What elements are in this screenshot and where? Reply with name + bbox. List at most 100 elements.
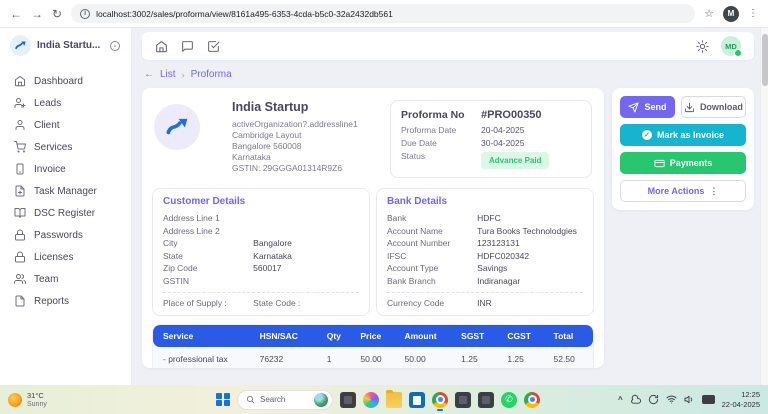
notepad-app-icon[interactable] — [455, 392, 471, 408]
detail-label: Account Number — [387, 237, 477, 250]
task-view-icon[interactable] — [340, 392, 356, 408]
sidebar-item-label: Invoice — [34, 164, 66, 175]
wifi-icon[interactable] — [666, 394, 677, 405]
sidebar-item-icon — [14, 163, 26, 175]
sidebar-item[interactable]: Licenses — [0, 246, 131, 268]
sidebar-item[interactable]: Client — [0, 114, 131, 136]
payments-button[interactable]: Payments — [620, 152, 746, 174]
sidebar-item-label: Dashboard — [34, 76, 83, 87]
url-text[interactable]: localhost:3002/sales/proforma/view/8161a… — [96, 9, 393, 19]
sidebar-item[interactable]: Leads — [0, 92, 131, 114]
bookmark-star-icon[interactable]: ☆ — [704, 7, 714, 20]
browser-menu-icon[interactable]: ⋮ — [748, 8, 758, 19]
address-bar[interactable]: i localhost:3002/sales/proforma/view/816… — [71, 4, 695, 23]
sidebar-collapse-icon[interactable] — [109, 40, 121, 52]
taskbar-search[interactable]: Search — [237, 390, 333, 410]
cell-total: 52.50 — [554, 354, 583, 368]
detail-label: Address Line 2 — [163, 225, 253, 238]
media-app-icon[interactable] — [478, 392, 494, 408]
brand-name: India Startu... — [37, 40, 103, 51]
bank-detail-row: Account Number 123123131 — [387, 237, 583, 250]
check-circle-icon: ✓ — [642, 130, 652, 140]
status-badge: Advance Paid — [481, 152, 549, 169]
back-arrow-icon[interactable]: ← — [144, 69, 154, 80]
mark-as-invoice-button[interactable]: ✓ Mark as Invoice — [620, 124, 746, 146]
sidebar-item[interactable]: Team — [0, 268, 131, 290]
cell-hsn: 76232 — [260, 354, 327, 368]
tray-app-icon[interactable] — [702, 395, 715, 404]
sync-icon[interactable] — [648, 394, 659, 405]
brand-logo-icon — [10, 35, 31, 56]
sidebar-item-label: Leads — [34, 98, 61, 109]
home-icon[interactable] — [155, 40, 168, 53]
taskbar-clock[interactable]: 12:25 22-04-2025 — [722, 390, 760, 409]
services-table-header: Service HSN/SAC Qty Price Amount SGST CG… — [153, 325, 593, 347]
company-name: India Startup — [232, 100, 358, 114]
sidebar-item[interactable]: Passwords — [0, 224, 131, 246]
detail-value: 123123131 — [477, 237, 520, 250]
sidebar-item-icon — [14, 229, 26, 241]
sidebar-item-icon — [14, 141, 26, 153]
bank-details-title: Bank Details — [387, 196, 583, 207]
tasks-check-icon[interactable] — [207, 40, 220, 53]
col-price: Price — [360, 331, 404, 341]
browser-forward-icon[interactable]: → — [31, 8, 43, 20]
due-date-value: 30-04-2025 — [481, 137, 524, 150]
card-icon — [654, 158, 665, 169]
cell-sgst: 1.25 2.5 % — [461, 354, 507, 368]
search-icon — [246, 395, 255, 404]
sidebar-item[interactable]: DSC Register — [0, 202, 131, 224]
detail-label: Account Type — [387, 262, 477, 275]
sidebar: India Startu... Dashboard Leads Client — [0, 28, 132, 385]
browser-back-icon[interactable]: ← — [10, 8, 22, 20]
file-explorer-icon[interactable] — [386, 392, 402, 408]
send-button[interactable]: Send — [620, 96, 675, 118]
taskbar-weather-widget[interactable]: 31°C Sunny — [8, 391, 47, 409]
company-address-line: Cambridge Layout — [232, 130, 358, 141]
chrome-icon[interactable] — [432, 392, 448, 408]
breadcrumb-list-link[interactable]: List — [160, 69, 176, 80]
sidebar-item-label: Team — [34, 274, 58, 285]
sidebar-item[interactable]: Reports — [0, 290, 131, 312]
col-service: Service — [163, 331, 260, 341]
col-total: Total — [554, 331, 583, 341]
sidebar-item[interactable]: Services — [0, 136, 131, 158]
more-actions-button[interactable]: More Actions ⋮ — [620, 180, 746, 202]
user-avatar[interactable]: MD — [721, 36, 741, 56]
chrome-profile2-icon[interactable] — [524, 392, 540, 408]
browser-reload-icon[interactable]: ↻ — [52, 8, 62, 20]
volume-icon[interactable] — [684, 394, 695, 405]
col-sgst: SGST — [461, 331, 507, 341]
sidebar-brand[interactable]: India Startu... — [0, 28, 131, 62]
divider — [387, 292, 583, 293]
browser-profile-avatar[interactable]: M — [723, 6, 739, 22]
sidebar-item-icon — [14, 251, 26, 263]
whatsapp-icon[interactable]: ✆ — [501, 392, 517, 408]
onedrive-cloud-icon[interactable] — [630, 394, 641, 405]
detail-value: 560017 — [253, 262, 281, 275]
scrollbar-thumb[interactable] — [762, 34, 768, 86]
copilot-icon[interactable] — [363, 392, 379, 408]
detail-label: Bank Branch — [387, 275, 477, 288]
detail-value: HDFC020342 — [477, 250, 529, 263]
sidebar-item[interactable]: Invoice — [0, 158, 131, 180]
action-panel: Send Download ✓ Mark as Invoice Payments — [612, 88, 754, 210]
detail-value: Savings — [477, 262, 507, 275]
theme-toggle-icon[interactable] — [696, 40, 709, 53]
bank-detail-row: IFSC HDFC020342 — [387, 250, 583, 263]
sidebar-item[interactable]: Task Manager — [0, 180, 131, 202]
col-hsn: HSN/SAC — [260, 331, 327, 341]
detail-value: Bangalore — [253, 237, 292, 250]
detail-label: IFSC — [387, 250, 477, 263]
site-info-icon[interactable]: i — [80, 9, 90, 19]
chat-icon[interactable] — [181, 40, 194, 53]
download-button[interactable]: Download — [681, 96, 746, 118]
tray-expand-icon[interactable]: ^ — [618, 395, 623, 404]
microsoft-store-icon[interactable] — [409, 392, 425, 408]
detail-value: HDFC — [477, 212, 501, 225]
sidebar-item-icon — [14, 295, 26, 307]
weather-temp: 31°C — [27, 391, 47, 400]
sidebar-item[interactable]: Dashboard — [0, 70, 131, 92]
page-scrollbar[interactable] — [760, 28, 768, 385]
start-button-icon[interactable] — [216, 393, 230, 407]
